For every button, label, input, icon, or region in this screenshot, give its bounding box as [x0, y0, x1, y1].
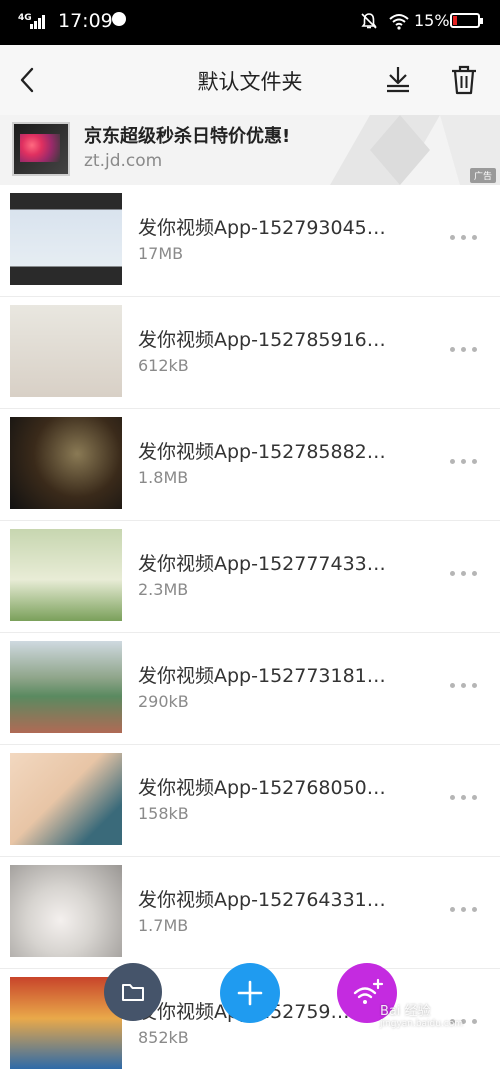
ad-tag: 广告 — [469, 168, 496, 183]
more-options-icon[interactable] — [446, 563, 480, 583]
clock: 17:09 — [58, 10, 113, 32]
watermark-text: Bai 经验 — [380, 1004, 431, 1019]
status-bar: 4G 17:09 15% — [0, 0, 500, 45]
file-name: 发你视频App-152785882… — [138, 441, 386, 463]
ad-url: zt.jd.com — [84, 151, 163, 171]
more-options-icon[interactable] — [446, 227, 480, 247]
file-name: 发你视频App-152768050… — [138, 777, 386, 799]
video-thumbnail — [10, 193, 122, 285]
ad-banner[interactable]: 京东超级秒杀日特价优惠! zt.jd.com 广告 — [0, 115, 500, 185]
video-thumbnail — [10, 865, 122, 957]
more-options-icon[interactable] — [446, 899, 480, 919]
file-name: 发你视频App-152777433… — [138, 553, 386, 575]
file-name: 发你视频App-152785916… — [138, 329, 386, 351]
folder-icon — [122, 984, 144, 1001]
list-item[interactable]: 发你视频App-152777433… 2.3MB — [0, 521, 500, 633]
file-size: 158kB — [138, 804, 189, 823]
trash-icon[interactable] — [448, 63, 480, 97]
file-name: 发你视频App-152773181… — [138, 665, 386, 687]
file-size: 1.7MB — [138, 916, 189, 935]
mute-bell-icon — [361, 13, 377, 29]
file-size: 612kB — [138, 356, 189, 375]
watermark: Bai 经验 jingyan.baidu.com — [380, 1000, 463, 1029]
file-size: 1.8MB — [138, 468, 189, 487]
more-options-icon[interactable] — [446, 675, 480, 695]
list-item[interactable]: 发你视频App-152768050… 158kB — [0, 745, 500, 857]
battery-icon — [450, 13, 483, 28]
video-thumbnail — [10, 641, 122, 733]
message-icon — [112, 12, 126, 26]
more-options-icon[interactable] — [446, 451, 480, 471]
ad-tag-label: 广告 — [473, 172, 492, 182]
page-title: 默认文件夹 — [197, 70, 303, 94]
download-icon[interactable] — [382, 63, 414, 97]
video-thumbnail — [10, 529, 122, 621]
ad-title: 京东超级秒杀日特价优惠! — [84, 126, 291, 147]
nav-bar: 默认文件夹 — [0, 45, 500, 115]
file-size: 290kB — [138, 692, 189, 711]
more-options-icon[interactable] — [446, 787, 480, 807]
battery-level — [453, 16, 457, 25]
list-item[interactable]: 发你视频App-152764331… 1.7MB — [0, 857, 500, 969]
signal-icon — [30, 13, 48, 29]
list-item[interactable]: 发你视频App-152773181… 290kB — [0, 633, 500, 745]
video-thumbnail — [10, 305, 122, 397]
file-name: 发你视频App-152793045… — [138, 217, 386, 239]
list-item[interactable]: 发你视频App-152785882… 1.8MB — [0, 409, 500, 521]
watermark-sub: jingyan.baidu.com — [380, 1019, 464, 1029]
file-size: 852kB — [138, 1028, 189, 1047]
video-thumbnail — [10, 417, 122, 509]
wifi-icon — [389, 14, 409, 30]
file-size: 17MB — [138, 244, 184, 263]
folder-button[interactable] — [104, 963, 162, 1021]
ad-thumbnail — [12, 122, 70, 176]
list-item[interactable]: 发你视频App-152785916… 612kB — [0, 297, 500, 409]
list-item[interactable]: 发你视频App-152793045… 17MB — [0, 185, 500, 297]
add-button[interactable] — [220, 963, 280, 1023]
plus-icon — [237, 980, 263, 1006]
file-size: 2.3MB — [138, 580, 189, 599]
more-options-icon[interactable] — [446, 339, 480, 359]
video-thumbnail — [10, 753, 122, 845]
file-name: 发你视频App-152764331… — [138, 889, 386, 911]
battery-percent: 15% — [414, 11, 450, 30]
